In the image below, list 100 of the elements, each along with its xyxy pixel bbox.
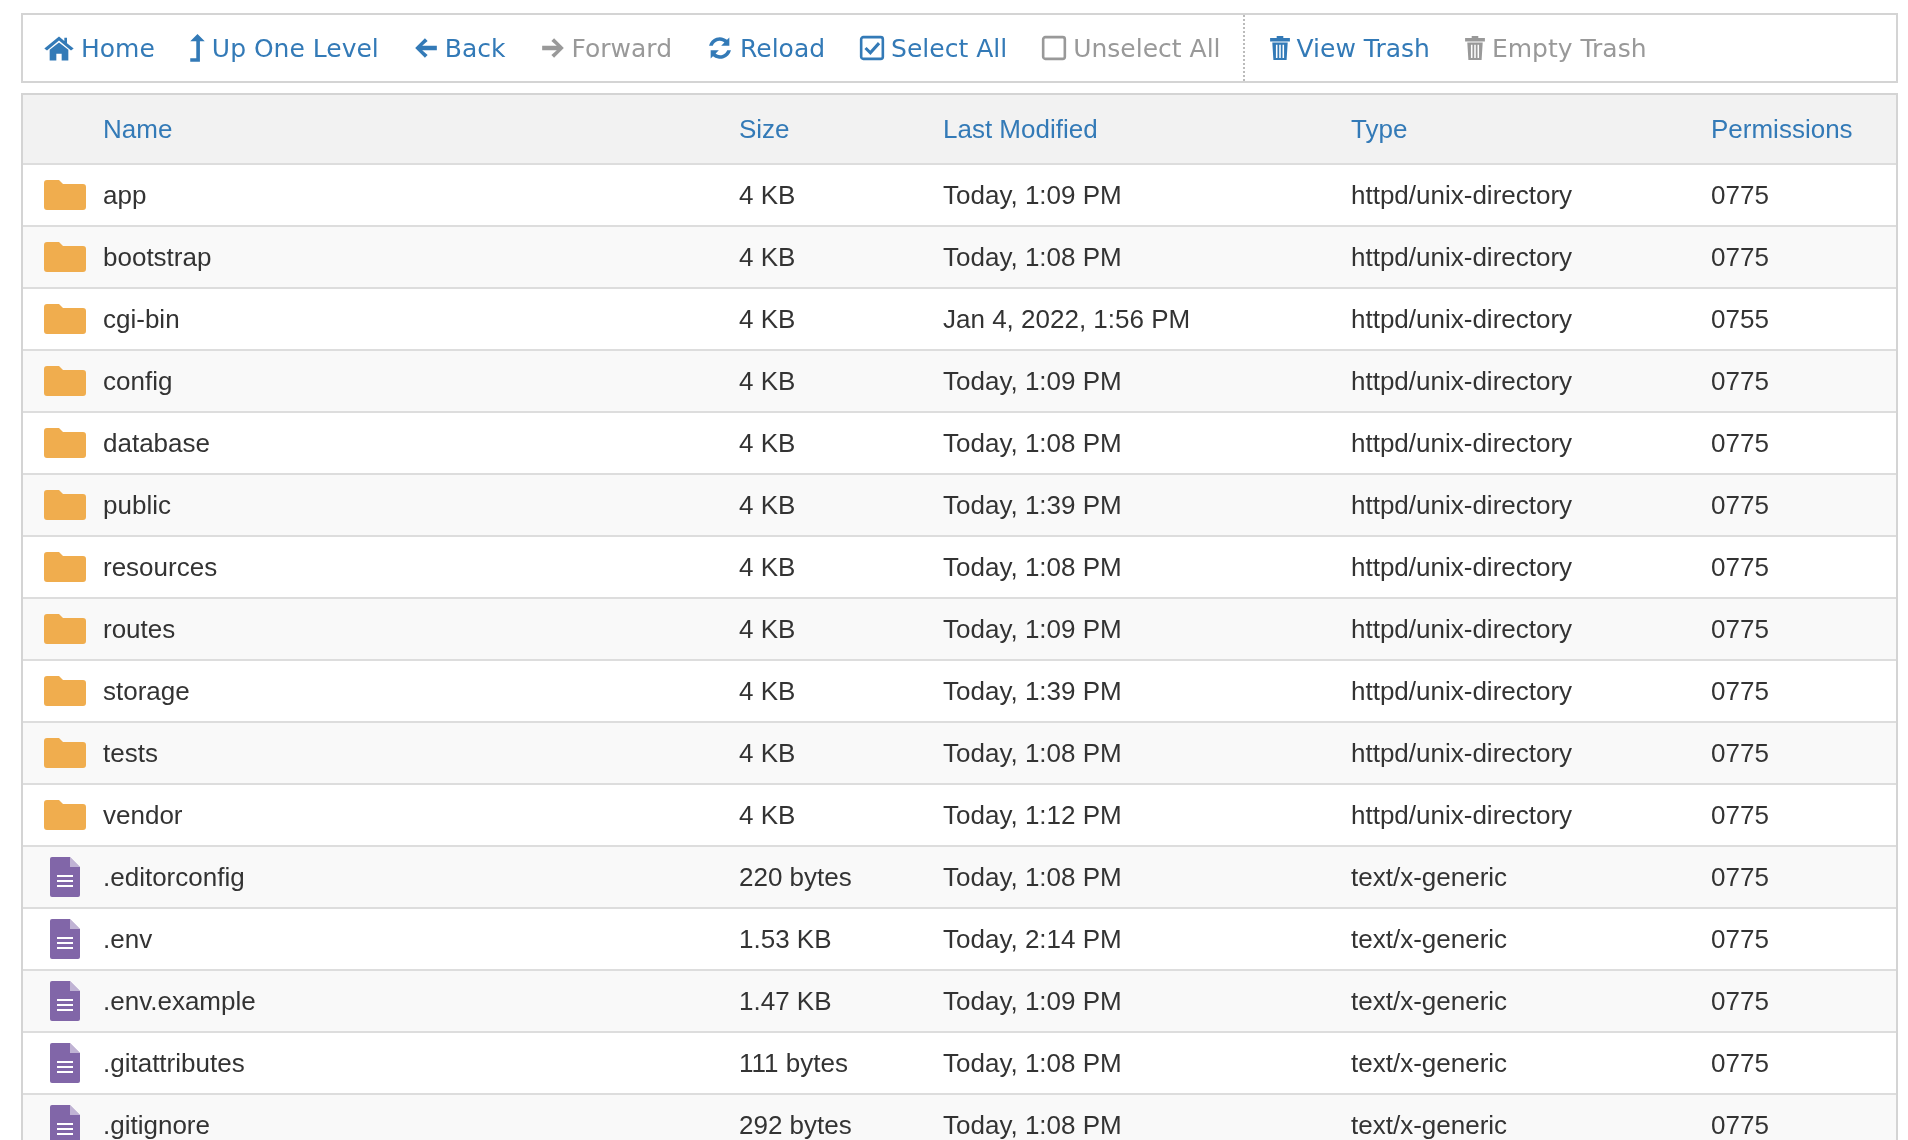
toolbar-button[interactable]: Back: [412, 33, 506, 63]
mime-type: httpd/unix-directory: [1351, 179, 1574, 211]
mime-type: httpd/unix-directory: [1351, 675, 1574, 707]
file-name[interactable]: .gitignore: [103, 1109, 739, 1140]
mime-type: text/x-generic: [1351, 985, 1509, 1017]
file-size: 4 KB: [739, 241, 797, 273]
file-row[interactable]: routes 4 KB Today, 1:09 PM httpd/unix-directory 0775: [23, 597, 1896, 659]
file-name[interactable]: database: [103, 427, 739, 459]
file-row[interactable]: .editorconfig 220 bytes Today, 1:08 PM text/x-generic 0775: [23, 845, 1896, 907]
file-name[interactable]: storage: [103, 675, 739, 707]
file-row[interactable]: bootstrap 4 KB Today, 1:08 PM httpd/unix-directory 0775: [23, 225, 1896, 287]
document-icon: [50, 981, 80, 1021]
file-size: 4 KB: [739, 551, 797, 583]
file-name[interactable]: resources: [103, 551, 739, 583]
column-header[interactable]: Type: [1351, 113, 1711, 145]
modified-date: Today, 1:08 PM: [943, 1047, 1123, 1079]
toolbar-button[interactable]: Home: [43, 33, 155, 63]
file-name[interactable]: tests: [103, 737, 739, 769]
modified-date: Today, 1:09 PM: [943, 985, 1123, 1017]
permissions-value: 0775: [1711, 551, 1770, 583]
folder-icon: [44, 614, 86, 644]
file-size: 4 KB: [739, 489, 797, 521]
document-icon: [50, 857, 80, 897]
file-row[interactable]: config 4 KB Today, 1:09 PM httpd/unix-directory 0775: [23, 349, 1896, 411]
folder-icon: [44, 552, 86, 582]
up-arrow-icon: [188, 33, 206, 63]
file-name[interactable]: app: [103, 179, 739, 211]
permissions-value: 0775: [1711, 241, 1770, 273]
toolbar-button[interactable]: Select All: [859, 33, 1008, 63]
mime-type: text/x-generic: [1351, 1047, 1509, 1079]
modified-date: Today, 1:08 PM: [943, 861, 1123, 893]
file-row[interactable]: .gitignore 292 bytes Today, 1:08 PM text/x-generic 0775: [23, 1093, 1896, 1140]
modified-date: Today, 1:08 PM: [943, 427, 1123, 459]
file-row[interactable]: public 4 KB Today, 1:39 PM httpd/unix-directory 0775: [23, 473, 1896, 535]
modified-date: Today, 1:39 PM: [943, 489, 1123, 521]
mime-type: text/x-generic: [1351, 1109, 1509, 1140]
document-icon: [50, 1105, 80, 1140]
file-row[interactable]: tests 4 KB Today, 1:08 PM httpd/unix-directory 0775: [23, 721, 1896, 783]
file-name[interactable]: bootstrap: [103, 241, 739, 273]
folder-icon: [44, 366, 86, 396]
permissions-value: 0775: [1711, 985, 1770, 1017]
mime-type: httpd/unix-directory: [1351, 551, 1574, 583]
file-size: 4 KB: [739, 365, 797, 397]
mime-type: text/x-generic: [1351, 861, 1509, 893]
file-size: 292 bytes: [739, 1109, 853, 1140]
file-size: 4 KB: [739, 427, 797, 459]
mime-type: httpd/unix-directory: [1351, 365, 1574, 397]
column-header[interactable]: Permissions: [1711, 113, 1896, 145]
permissions-value: 0775: [1711, 737, 1770, 769]
file-name[interactable]: vendor: [103, 799, 739, 831]
file-name[interactable]: .gitattributes: [103, 1047, 739, 1079]
modified-date: Today, 1:39 PM: [943, 675, 1123, 707]
trash-icon: [1463, 34, 1486, 62]
folder-icon: [44, 800, 86, 830]
document-icon: [50, 919, 80, 959]
toolbar-button[interactable]: View Trash: [1268, 33, 1430, 63]
file-size: 4 KB: [739, 737, 797, 769]
file-name[interactable]: cgi-bin: [103, 303, 739, 335]
file-name[interactable]: config: [103, 365, 739, 397]
file-size: 4 KB: [739, 303, 797, 335]
file-size: 220 bytes: [739, 861, 853, 893]
permissions-value: 0775: [1711, 799, 1770, 831]
file-size: 4 KB: [739, 613, 797, 645]
folder-icon: [44, 242, 86, 272]
file-size: 4 KB: [739, 179, 797, 211]
document-icon: [50, 1043, 80, 1083]
file-name[interactable]: .env.example: [103, 985, 739, 1017]
file-name[interactable]: .editorconfig: [103, 861, 739, 893]
permissions-value: 0755: [1711, 303, 1770, 335]
mime-type: httpd/unix-directory: [1351, 489, 1574, 521]
checked-box-icon: [859, 35, 886, 61]
toolbar-button[interactable]: Up One Level: [188, 33, 379, 63]
file-name[interactable]: .env: [103, 923, 739, 955]
mime-type: httpd/unix-directory: [1351, 613, 1574, 645]
modified-date: Today, 1:09 PM: [943, 365, 1123, 397]
folder-icon: [44, 490, 86, 520]
column-header[interactable]: Size: [739, 113, 943, 145]
permissions-value: 0775: [1711, 427, 1770, 459]
permissions-value: 0775: [1711, 923, 1770, 955]
file-size: 1.53 KB: [739, 923, 833, 955]
file-name[interactable]: routes: [103, 613, 739, 645]
column-header[interactable]: Last Modified: [943, 113, 1351, 145]
file-size: 1.47 KB: [739, 985, 833, 1017]
folder-icon: [44, 428, 86, 458]
file-row[interactable]: .env.example 1.47 KB Today, 1:09 PM text/x-generic 0775: [23, 969, 1896, 1031]
permissions-value: 0775: [1711, 1047, 1770, 1079]
mime-type: httpd/unix-directory: [1351, 799, 1574, 831]
column-header[interactable]: Name: [103, 113, 739, 145]
modified-date: Today, 1:08 PM: [943, 737, 1123, 769]
modified-date: Today, 1:09 PM: [943, 613, 1123, 645]
toolbar-button[interactable]: Reload: [706, 33, 826, 63]
file-size: 111 bytes: [739, 1047, 849, 1079]
modified-date: Today, 1:09 PM: [943, 179, 1123, 211]
file-size: 4 KB: [739, 675, 797, 707]
home-icon: [43, 34, 75, 62]
folder-icon: [44, 304, 86, 334]
mime-type: httpd/unix-directory: [1351, 241, 1574, 273]
folder-icon: [44, 676, 86, 706]
file-name[interactable]: public: [103, 489, 739, 521]
mime-type: httpd/unix-directory: [1351, 303, 1574, 335]
